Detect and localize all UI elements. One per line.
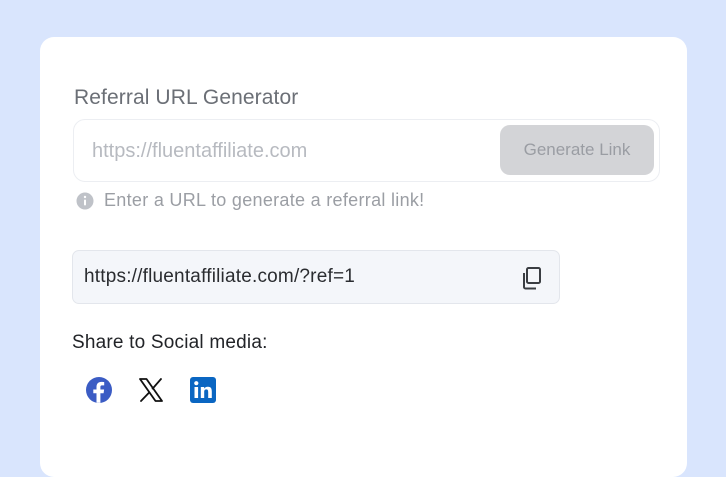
referral-card: Referral URL Generator Generate Link Ent… bbox=[40, 37, 687, 477]
copy-icon[interactable] bbox=[519, 265, 545, 291]
hint-message: Enter a URL to generate a referral link! bbox=[76, 190, 425, 211]
facebook-icon[interactable] bbox=[85, 376, 113, 404]
generated-url-box: https://fluentaffiliate.com/?ref=1 bbox=[72, 250, 560, 304]
generate-link-button[interactable]: Generate Link bbox=[500, 125, 654, 175]
url-input[interactable] bbox=[92, 134, 492, 168]
share-label: Share to Social media: bbox=[72, 332, 268, 353]
linkedin-icon[interactable] bbox=[189, 376, 217, 404]
x-icon[interactable] bbox=[137, 376, 165, 404]
section-title: Referral URL Generator bbox=[74, 86, 299, 109]
url-input-group: Generate Link bbox=[73, 119, 660, 182]
hint-text: Enter a URL to generate a referral link! bbox=[104, 190, 425, 210]
generated-url: https://fluentaffiliate.com/?ref=1 bbox=[84, 266, 356, 287]
social-share-list bbox=[85, 376, 217, 404]
info-icon bbox=[76, 192, 94, 210]
